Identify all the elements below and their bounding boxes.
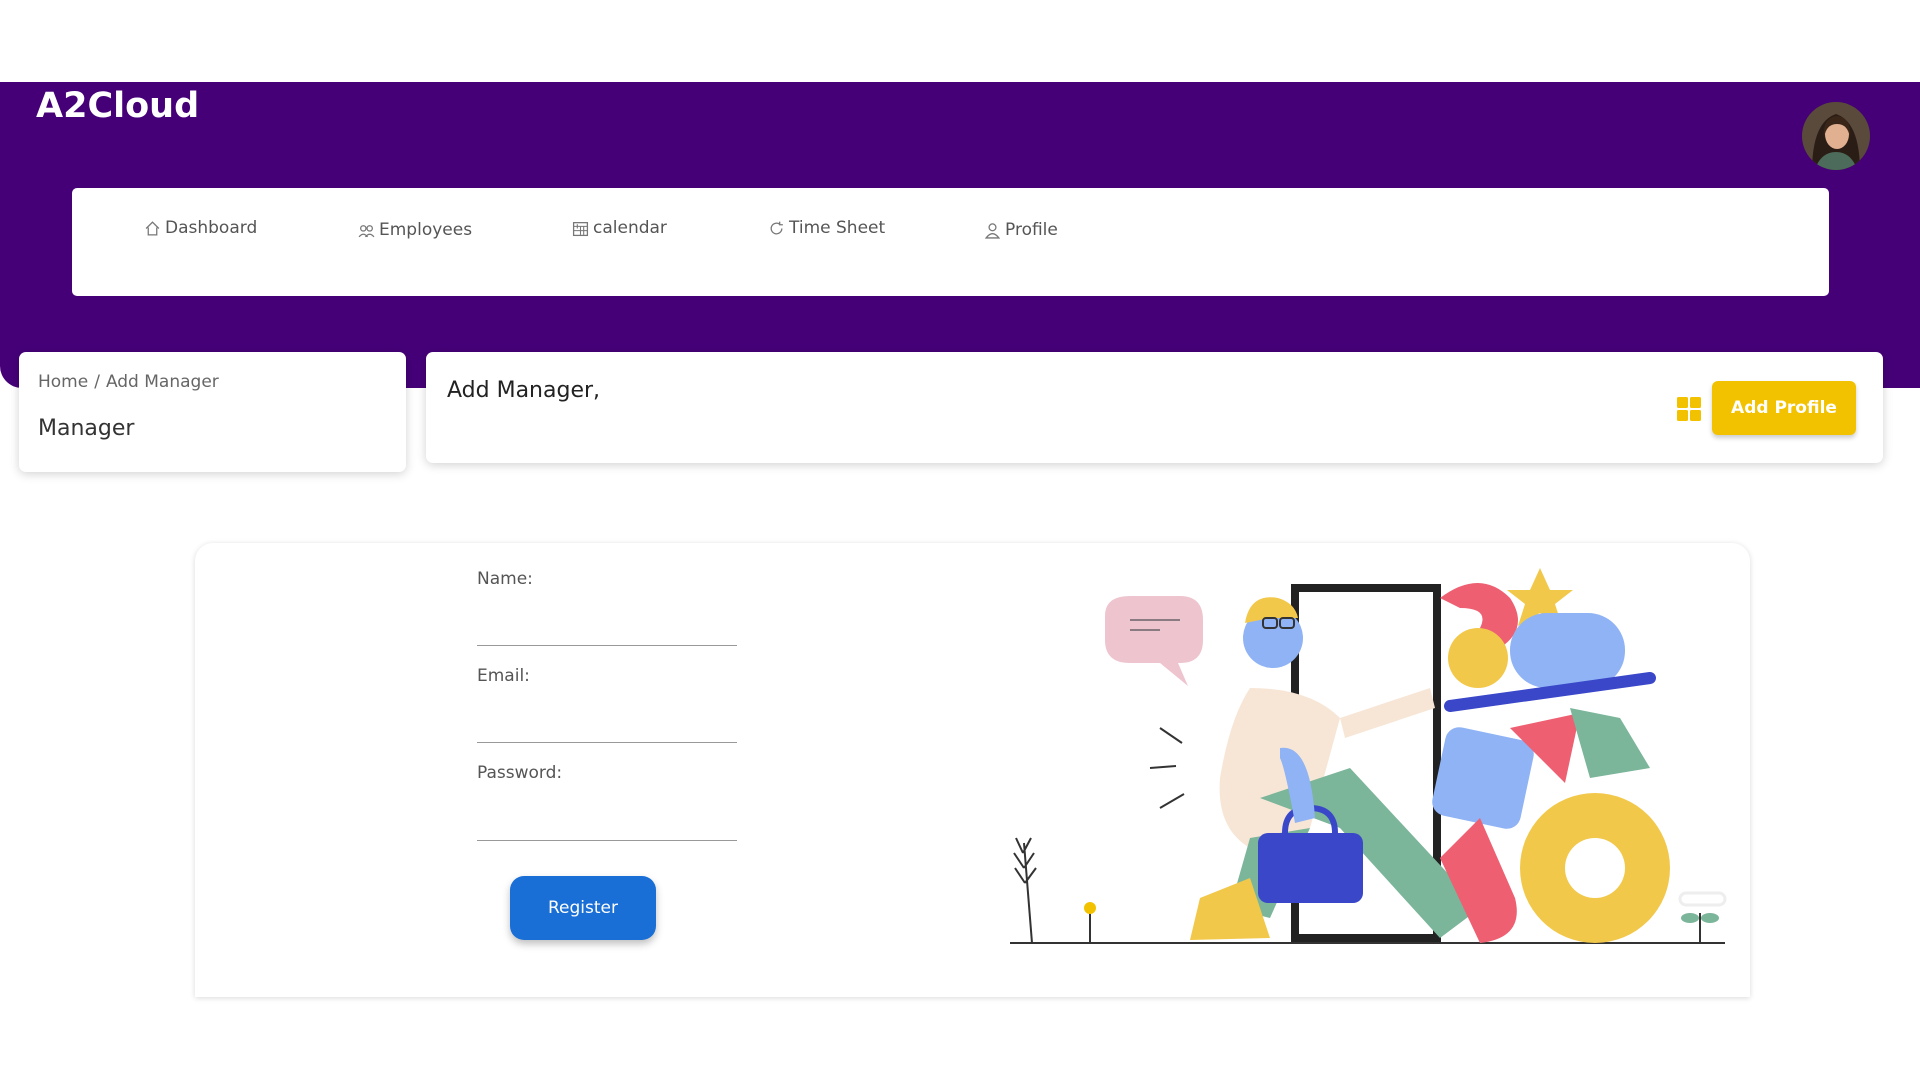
name-input[interactable] xyxy=(477,613,737,646)
breadcrumb-current: Add Manager xyxy=(105,372,219,392)
email-label: Email: xyxy=(477,666,530,686)
breadcrumb-card: Home / Add Manager Manager xyxy=(19,352,406,472)
password-input[interactable] xyxy=(477,808,737,841)
calendar-icon xyxy=(572,221,589,236)
add-profile-button[interactable]: Add Profile xyxy=(1712,381,1856,435)
password-label: Password: xyxy=(477,763,563,783)
register-button[interactable]: Register xyxy=(510,876,656,940)
refresh-icon xyxy=(770,221,783,234)
nav-label-calendar: calendar xyxy=(593,218,667,238)
page-title: Add Manager, xyxy=(447,378,601,403)
nav-item-time-sheet[interactable]: Time Sheet xyxy=(768,218,885,238)
nav-label-employees: Employees xyxy=(379,220,473,240)
nav-item-employees[interactable]: Employees xyxy=(358,220,472,240)
breadcrumb-separator: / xyxy=(94,372,100,392)
home-icon xyxy=(145,220,160,236)
nav-label-profile: Profile xyxy=(1005,220,1058,240)
email-input[interactable] xyxy=(477,710,737,743)
avatar-image xyxy=(1802,102,1870,170)
name-label: Name: xyxy=(477,569,533,589)
section-title: Manager xyxy=(38,416,135,441)
nav-item-profile[interactable]: Profile xyxy=(984,220,1058,240)
nav-item-calendar[interactable]: calendar xyxy=(572,218,667,238)
page-title-card: Add Manager, Add Profile xyxy=(426,352,1883,463)
users-icon xyxy=(358,224,375,237)
nav-label-time-sheet: Time Sheet xyxy=(789,218,886,238)
user-avatar[interactable] xyxy=(1802,102,1870,170)
grid-icon[interactable] xyxy=(1676,396,1702,422)
register-form-card: Name: Email: Password: Register xyxy=(195,543,1750,997)
illustration-image xyxy=(1010,568,1727,944)
nav-label-dashboard: Dashboard xyxy=(165,218,258,238)
nav-item-dashboard[interactable]: Dashboard xyxy=(144,218,257,238)
main-navigation: Dashboard Employees calendar Time Sheet … xyxy=(72,188,1829,296)
user-icon xyxy=(984,222,1001,239)
breadcrumb: Home / Add Manager xyxy=(38,372,219,392)
breadcrumb-home-link[interactable]: Home xyxy=(38,372,88,392)
brand-logo[interactable]: A2Cloud xyxy=(36,86,199,126)
